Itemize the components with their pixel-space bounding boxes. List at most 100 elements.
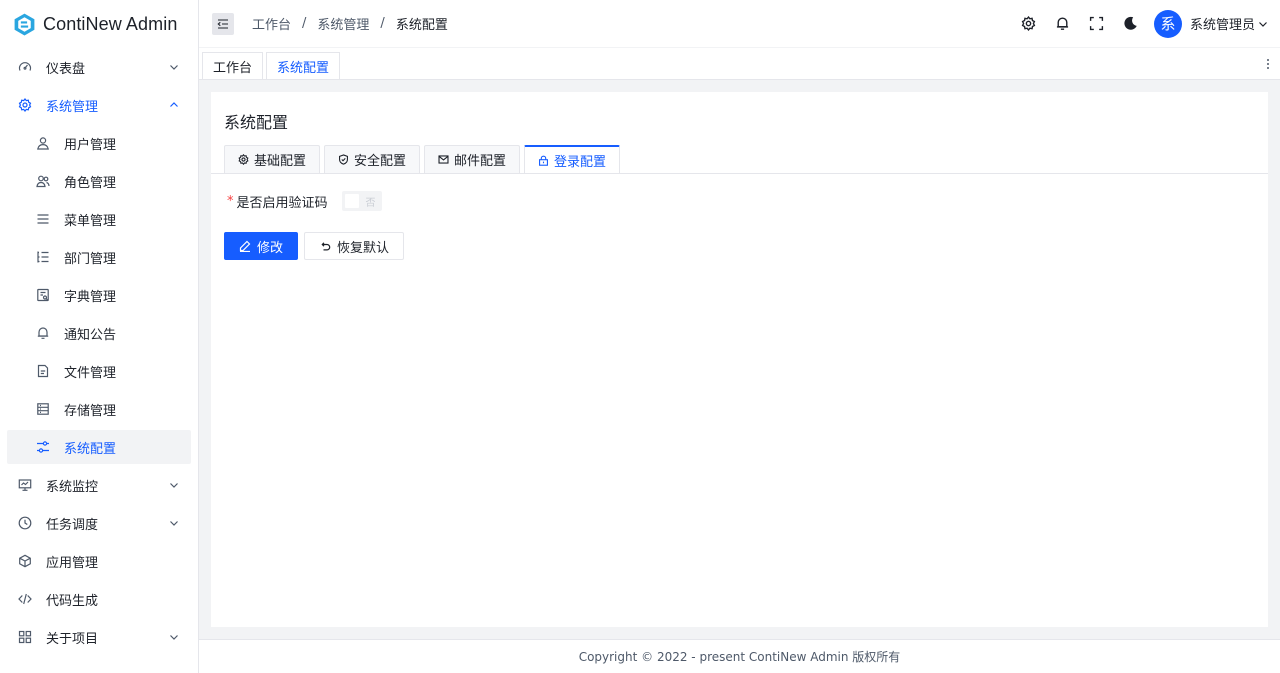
fullscreen-button[interactable]: [1080, 7, 1114, 41]
switch-text: 否: [365, 198, 376, 209]
sidebar: ContiNew Admin 仪表盘 系统管理 用户管理 角色管理 菜单管理 部…: [0, 0, 199, 673]
sidebar-item-label: 应用管理: [46, 555, 99, 571]
clock-icon: [18, 516, 32, 530]
sidebar-item-user-management[interactable]: 用户管理: [7, 126, 191, 160]
sidebar-item-code-generation[interactable]: 代码生成: [7, 582, 191, 616]
captcha-form-item: * 是否启用验证码 否: [227, 191, 382, 211]
tab-mail-config[interactable]: 邮件配置: [424, 145, 521, 173]
chevron-down-icon: [170, 521, 178, 526]
bell-icon: [36, 326, 50, 340]
sidebar-item-dashboard[interactable]: 仪表盘: [7, 50, 191, 84]
edit-icon: [239, 240, 251, 252]
sidebar-item-system-management[interactable]: 系统管理: [7, 88, 191, 122]
file-icon: [36, 364, 50, 378]
bell-icon: [1057, 17, 1069, 30]
chevron-down-icon[interactable]: [1258, 19, 1268, 29]
footer: Copyright © 2022 - present ContiNew Admi…: [199, 639, 1280, 673]
chevron-down-icon: [170, 65, 178, 70]
chevron-up-icon: [170, 102, 178, 107]
settings-button[interactable]: [1012, 7, 1046, 41]
sidebar-item-label: 部门管理: [64, 251, 117, 267]
theme-toggle-button[interactable]: [1114, 7, 1148, 41]
monitor-icon: [18, 478, 32, 492]
captcha-switch[interactable]: 否: [341, 191, 382, 211]
page-tab-label: 系统配置: [277, 60, 330, 76]
sidebar-item-dept-management[interactable]: 部门管理: [7, 240, 191, 274]
menu-icon: [36, 212, 50, 226]
sidebar-item-label: 用户管理: [64, 137, 117, 153]
cube-icon: [18, 554, 32, 568]
config-tabs: 基础配置 安全配置 邮件配置 登录配置: [224, 145, 624, 173]
edit-button-label: 修改: [257, 240, 284, 256]
page-tab-label: 工作台: [213, 60, 253, 76]
tab-label: 登录配置: [554, 154, 607, 170]
breadcrumb-item-home[interactable]: 工作台: [252, 14, 291, 33]
gear-icon: [238, 154, 249, 165]
tab-basic-config[interactable]: 基础配置: [224, 145, 321, 173]
dashboard-icon: [18, 60, 32, 74]
sidebar-item-label: 角色管理: [64, 175, 117, 191]
main-content: 系统配置 基础配置 安全配置 邮件配置 登录配置 * 是否启用验证码 否 修改 …: [211, 92, 1268, 627]
reset-default-button[interactable]: 恢复默认: [304, 232, 405, 260]
sidebar-item-system-config[interactable]: 系统配置: [7, 430, 191, 464]
notification-button[interactable]: [1046, 7, 1080, 41]
shield-icon: [339, 154, 348, 165]
sidebar-item-task-scheduling[interactable]: 任务调度: [7, 506, 191, 540]
app-logo[interactable]: ContiNew Admin: [0, 0, 198, 48]
breadcrumb-item-current: 系统配置: [395, 18, 448, 33]
tab-label: 安全配置: [354, 154, 407, 169]
storage-icon: [36, 402, 50, 416]
sidebar-item-role-management[interactable]: 角色管理: [7, 164, 191, 198]
tab-label: 邮件配置: [454, 154, 507, 169]
moon-icon: [1124, 16, 1138, 30]
sidebar-item-label: 仪表盘: [46, 61, 86, 77]
tabs-divider: [211, 173, 1268, 174]
captcha-label: 是否启用验证码: [236, 195, 328, 211]
code-icon: [18, 592, 32, 606]
menu-collapse-button[interactable]: [212, 12, 234, 35]
sidebar-item-dict-management[interactable]: 字典管理: [7, 278, 191, 312]
tab-login-config[interactable]: 登录配置: [524, 145, 621, 173]
sidebar-item-app-management[interactable]: 应用管理: [7, 544, 191, 578]
fullscreen-icon: [1090, 16, 1104, 31]
username[interactable]: 系统管理员: [1190, 14, 1255, 33]
required-mark: *: [227, 193, 234, 209]
page-title: 系统配置: [224, 113, 289, 132]
chevron-down-icon: [170, 483, 178, 488]
sidebar-item-about[interactable]: 关于项目: [7, 620, 191, 654]
sidebar-item-notice[interactable]: 通知公告: [7, 316, 191, 350]
sidebar-item-menu-management[interactable]: 菜单管理: [7, 202, 191, 236]
logo-icon: [14, 13, 35, 35]
header-actions: 系 系统管理员: [1012, 7, 1280, 41]
menu-fold-icon: [217, 18, 228, 29]
sidebar-item-system-monitor[interactable]: 系统监控: [7, 468, 191, 502]
dictionary-icon: [36, 288, 50, 302]
sidebar-item-label: 系统配置: [64, 441, 117, 457]
tree-list-icon: [36, 250, 50, 264]
tab-security-config[interactable]: 安全配置: [324, 145, 421, 173]
sidebar-item-file-management[interactable]: 文件管理: [7, 354, 191, 388]
page-tab-bar: 工作台 系统配置: [199, 48, 1280, 80]
switch-knob: [344, 194, 359, 208]
page-tab-workbench[interactable]: 工作台: [202, 52, 264, 79]
more-vertical-icon[interactable]: [1266, 58, 1270, 70]
sidebar-item-label: 存储管理: [64, 403, 117, 419]
edit-button[interactable]: 修改: [224, 232, 299, 260]
gear-icon: [1022, 16, 1036, 31]
sidebar-item-label: 代码生成: [46, 593, 99, 609]
sidebar-item-label: 任务调度: [46, 517, 99, 533]
apps-icon: [18, 630, 32, 644]
top-header: 工作台 / 系统管理 / 系统配置 系 系统管理员: [199, 0, 1280, 48]
user-icon: [36, 136, 50, 150]
avatar[interactable]: 系: [1153, 9, 1182, 38]
page-tab-system-config[interactable]: 系统配置: [266, 52, 341, 79]
breadcrumb-item-system-management[interactable]: 系统管理: [317, 14, 369, 33]
chevron-down-icon: [170, 635, 178, 640]
sidebar-item-storage-management[interactable]: 存储管理: [7, 392, 191, 426]
sidebar-item-label: 关于项目: [46, 631, 99, 647]
lock-icon: [539, 155, 549, 166]
undo-icon: [321, 242, 331, 251]
gear-icon: [18, 98, 32, 112]
user-group-icon: [36, 174, 50, 188]
app-name: ContiNew Admin: [43, 13, 178, 34]
